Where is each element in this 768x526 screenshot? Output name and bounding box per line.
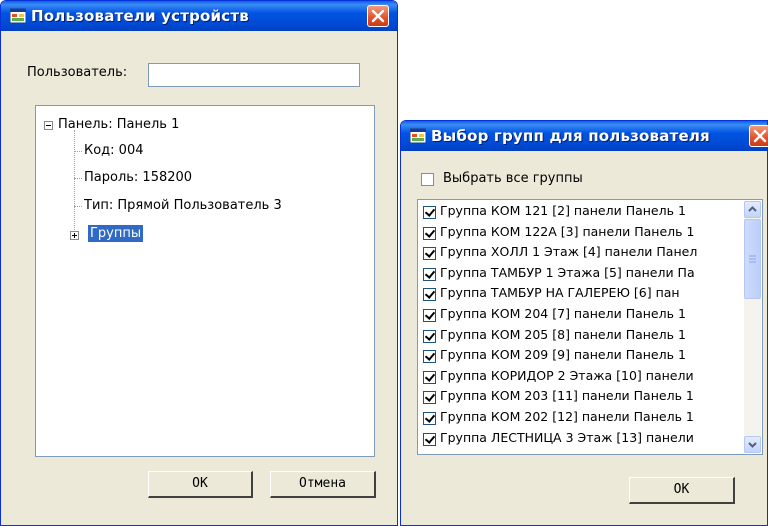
close-icon[interactable] xyxy=(367,5,389,27)
groups-checklist[interactable]: Группа КОМ 121 [2] панели Панель 1 Группа… xyxy=(417,199,763,455)
expand-icon[interactable] xyxy=(70,231,79,240)
group-checkbox[interactable] xyxy=(423,288,436,302)
vertical-scrollbar[interactable] xyxy=(744,201,761,453)
group-label: Группа КОМ 122А [3] панели Панель 1 xyxy=(440,223,695,239)
group-checkbox[interactable] xyxy=(423,391,436,405)
group-checkbox[interactable] xyxy=(423,350,436,364)
user-tree-view[interactable]: Панель: Панель 1 Код: 004 Пароль: 158200… xyxy=(35,105,375,457)
group-label: Группа ТАМБУР 1 Этажа [5] панели Па xyxy=(440,264,695,280)
group-label: Группа КОМ 121 [2] панели Панель 1 xyxy=(440,203,686,218)
group-checkbox[interactable] xyxy=(423,412,436,425)
group-label: Группа ХОЛЛ 1 Этаж [4] панели Панел xyxy=(440,244,698,260)
group-checkbox[interactable] xyxy=(423,309,436,322)
app-window-icon xyxy=(409,128,427,144)
group-checkbox[interactable] xyxy=(423,329,436,343)
tree-node-code[interactable]: Код: 004 xyxy=(84,143,144,158)
group-label: Группа КОМ 204 [7] панели Панель 1 xyxy=(440,306,686,321)
app-window-icon xyxy=(9,8,27,24)
groups-dialog: Выбор групп для пользователя Выбрать все… xyxy=(400,120,768,526)
group-label: Группа КОРИДОР 2 Этажа [10] панели xyxy=(440,367,694,383)
groups-dialog-titlebar[interactable]: Выбор групп для пользователя xyxy=(401,121,768,151)
group-label: Группа КОМ 205 [8] панели Панель 1 xyxy=(440,326,686,342)
group-label: Группа ЛЕСТНИЦА 3 Этаж [13] панели xyxy=(440,429,694,445)
collapse-icon[interactable] xyxy=(44,121,53,130)
group-checkbox[interactable] xyxy=(423,247,436,261)
tree-node-password[interactable]: Пароль: 158200 xyxy=(84,170,192,185)
scroll-down-button[interactable] xyxy=(744,436,761,453)
group-checkbox[interactable] xyxy=(423,226,436,240)
ok-button[interactable]: OK xyxy=(148,471,253,498)
tree-node-panel[interactable]: Панель: Панель 1 xyxy=(58,117,179,132)
tree-connector xyxy=(74,151,82,152)
tree-connector xyxy=(74,178,82,179)
user-label: Пользователь: xyxy=(27,65,128,80)
tree-node-type[interactable]: Тип: Прямой Пользователь 3 xyxy=(84,198,282,213)
user-input[interactable] xyxy=(148,63,360,87)
select-all-checkbox[interactable] xyxy=(421,173,434,186)
group-label: Группа КОМ 202 [12] панели Панель 1 xyxy=(440,409,694,424)
users-dialog: Пользователи устройств Пользователь: Пан… xyxy=(0,0,398,526)
group-label: Группа КОМ 209 [9] панели Панель 1 xyxy=(440,347,686,363)
close-icon[interactable] xyxy=(749,125,768,147)
scroll-thumb[interactable] xyxy=(744,219,761,299)
tree-connector xyxy=(74,130,75,240)
group-checkbox[interactable] xyxy=(423,370,436,384)
tree-node-groups[interactable]: Группы xyxy=(88,225,144,242)
scroll-up-button[interactable] xyxy=(744,201,761,218)
cancel-button[interactable]: Отмена xyxy=(270,471,376,498)
group-label: Группа ТАМБУР НА ГАЛЕРЕЮ [6] пан xyxy=(440,285,680,301)
ok-button[interactable]: OK xyxy=(629,477,735,504)
groups-dialog-title: Выбор групп для пользователя xyxy=(431,127,710,145)
group-checkbox[interactable] xyxy=(423,206,436,219)
tree-connector xyxy=(74,206,82,207)
group-label: Группа КОМ 203 [11] панели Панель 1 xyxy=(440,388,694,404)
users-dialog-titlebar[interactable]: Пользователи устройств xyxy=(1,1,397,31)
users-dialog-title: Пользователи устройств xyxy=(31,7,249,25)
group-checkbox[interactable] xyxy=(423,267,436,281)
group-checkbox[interactable] xyxy=(423,432,436,446)
select-all-label[interactable]: Выбрать все группы xyxy=(443,171,583,186)
